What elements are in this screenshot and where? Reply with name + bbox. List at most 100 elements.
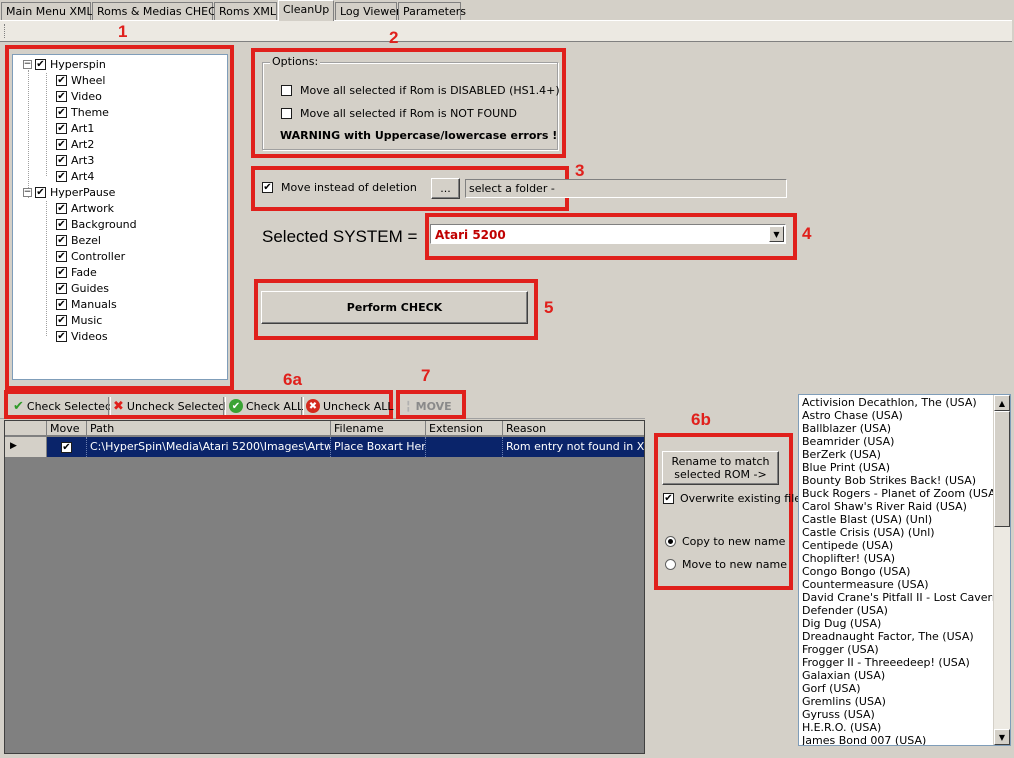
collapse-icon[interactable]: − — [23, 60, 32, 69]
checkbox-move-if-not-found[interactable] — [281, 108, 292, 119]
column-header-reason[interactable]: Reason — [503, 421, 644, 436]
checkbox-manuals[interactable]: ✔ — [56, 299, 67, 310]
tree-node-bezel[interactable]: ✔ Bezel — [56, 233, 101, 248]
uncheck-selected-button[interactable]: ✖ Uncheck Selected — [113, 398, 225, 414]
list-item[interactable]: Beamrider (USA) — [802, 435, 894, 448]
list-item[interactable]: James Bond 007 (USA) — [802, 734, 926, 745]
tree-node-wheel[interactable]: ✔ Wheel — [56, 73, 105, 88]
tree-node-fade[interactable]: ✔ Fade — [56, 265, 97, 280]
tab-log-viewer[interactable]: Log Viewer — [335, 2, 401, 20]
tab-main-menu-xml[interactable]: Main Menu XML — [1, 2, 93, 20]
row-path-cell[interactable]: C:\HyperSpin\Media\Atari 5200\Images\Art… — [87, 437, 331, 457]
check-all-button[interactable]: ✔ Check ALL — [229, 398, 303, 414]
move-button[interactable]: ╏ MOVE — [405, 398, 452, 414]
list-item[interactable]: Dreadnaught Factor, The (USA) — [802, 630, 974, 643]
list-item[interactable]: Congo Bongo (USA) — [802, 565, 910, 578]
row-extension-cell[interactable] — [426, 437, 503, 457]
tree-node-background[interactable]: ✔ Background — [56, 217, 137, 232]
browse-folder-button[interactable]: ... — [431, 178, 460, 199]
checkbox-overwrite-existing[interactable]: ✔ — [663, 493, 674, 504]
checkbox-move-if-disabled[interactable] — [281, 85, 292, 96]
scroll-up-icon[interactable]: ▲ — [994, 395, 1010, 411]
row-selector-arrow-icon[interactable]: ▶ — [5, 437, 47, 457]
list-item[interactable]: Ballblazer (USA) — [802, 422, 891, 435]
list-item[interactable]: Carol Shaw's River Raid (USA) — [802, 500, 967, 513]
collapse-icon[interactable]: − — [23, 188, 32, 197]
scroll-down-icon[interactable]: ▼ — [994, 729, 1010, 745]
tree-node-artwork[interactable]: ✔ Artwork — [56, 201, 114, 216]
tab-cleanup[interactable]: CleanUp — [278, 0, 334, 21]
perform-check-button[interactable]: Perform CHECK — [261, 291, 528, 324]
folder-path-field[interactable]: select a folder - — [465, 179, 787, 198]
list-item[interactable]: BerZerk (USA) — [802, 448, 881, 461]
checkbox-hyperpause[interactable]: ✔ — [35, 187, 46, 198]
list-item[interactable]: Gremlins (USA) — [802, 695, 886, 708]
checkbox-wheel[interactable]: ✔ — [56, 75, 67, 86]
column-header-move[interactable]: Move — [47, 421, 87, 436]
list-item[interactable]: Gorf (USA) — [802, 682, 861, 695]
list-item[interactable]: Castle Blast (USA) (Unl) — [802, 513, 932, 526]
tree-node-theme[interactable]: ✔ Theme — [56, 105, 109, 120]
tree-node-music[interactable]: ✔ Music — [56, 313, 102, 328]
tab-parameters[interactable]: Parameters — [398, 2, 466, 20]
row-move-cell[interactable]: ✔ — [47, 437, 87, 457]
list-item[interactable]: David Crane's Pitfall II - Lost Caverns … — [802, 591, 1010, 604]
checkbox-theme[interactable]: ✔ — [56, 107, 67, 118]
radio-move-to-new-name[interactable]: Move to new name — [665, 558, 787, 571]
checkbox-guides[interactable]: ✔ — [56, 283, 67, 294]
list-item[interactable]: Buck Rogers - Planet of Zoom (USA) — [802, 487, 1000, 500]
column-header-filename[interactable]: Filename — [331, 421, 426, 436]
radio-copy-to-new-name[interactable]: Copy to new name — [665, 535, 785, 548]
list-item[interactable]: Astro Chase (USA) — [802, 409, 903, 422]
list-item[interactable]: Castle Crisis (USA) (Unl) — [802, 526, 935, 539]
column-header-extension[interactable]: Extension — [426, 421, 503, 436]
tab-roms-medias-check[interactable]: Roms & Medias CHECK — [92, 2, 223, 20]
list-item[interactable]: H.E.R.O. (USA) — [802, 721, 881, 734]
checkbox-art1[interactable]: ✔ — [56, 123, 67, 134]
tree-node-art2[interactable]: ✔ Art2 — [56, 137, 94, 152]
checkbox-video[interactable]: ✔ — [56, 91, 67, 102]
checkbox-art3[interactable]: ✔ — [56, 155, 67, 166]
tree-node-hyperpause[interactable]: − ✔ HyperPause — [23, 185, 115, 200]
option-overwrite-existing[interactable]: ✔ Overwrite existing files — [663, 492, 807, 505]
scroll-thumb[interactable] — [994, 411, 1010, 527]
checkbox-move-instead[interactable]: ✔ — [262, 182, 273, 193]
checkbox-background[interactable]: ✔ — [56, 219, 67, 230]
list-item[interactable]: Countermeasure (USA) — [802, 578, 929, 591]
option-move-if-not-found[interactable]: Move all selected if Rom is NOT FOUND — [281, 107, 517, 120]
checkbox-artwork[interactable]: ✔ — [56, 203, 67, 214]
check-selected-button[interactable]: ✔ Check Selected — [13, 398, 112, 414]
tree-node-controller[interactable]: ✔ Controller — [56, 249, 125, 264]
checkbox-art4[interactable]: ✔ — [56, 171, 67, 182]
checkbox-fade[interactable]: ✔ — [56, 267, 67, 278]
tab-roms-xml[interactable]: Roms XML — [214, 2, 277, 20]
list-item[interactable]: Frogger II - Threeedeep! (USA) — [802, 656, 970, 669]
tree-node-hyperspin[interactable]: − ✔ Hyperspin — [23, 57, 106, 72]
tree-node-art1[interactable]: ✔ Art1 — [56, 121, 94, 136]
checkbox-row-move[interactable]: ✔ — [61, 441, 72, 453]
tree-node-videos[interactable]: ✔ Videos — [56, 329, 108, 344]
radio-button-copy[interactable] — [665, 536, 676, 547]
list-item[interactable]: Galaxian (USA) — [802, 669, 885, 682]
checkbox-bezel[interactable]: ✔ — [56, 235, 67, 246]
rom-list[interactable]: Activision Decathlon, The (USA) Astro Cha… — [798, 394, 1011, 746]
row-reason-cell[interactable]: Rom entry not found in XML — [503, 437, 644, 457]
list-item[interactable]: Frogger (USA) — [802, 643, 879, 656]
uncheck-all-button[interactable]: ✖ Uncheck ALL — [306, 398, 394, 414]
list-item[interactable]: Defender (USA) — [802, 604, 888, 617]
column-header-path[interactable]: Path — [87, 421, 331, 436]
rename-to-match-button[interactable]: Rename to match selected ROM -> — [662, 451, 779, 485]
checkbox-hyperspin[interactable]: ✔ — [35, 59, 46, 70]
media-tree[interactable]: − ✔ Hyperspin ✔ Wheel ✔ Video ✔ Theme ✔ Art1… — [12, 54, 228, 380]
rom-list-scrollbar[interactable]: ▲ ▼ — [993, 395, 1010, 745]
list-item[interactable]: Activision Decathlon, The (USA) — [802, 396, 977, 409]
system-select[interactable]: Atari 5200 ▼ — [430, 224, 786, 244]
tree-node-manuals[interactable]: ✔ Manuals — [56, 297, 117, 312]
list-item[interactable]: Dig Dug (USA) — [802, 617, 881, 630]
tree-node-guides[interactable]: ✔ Guides — [56, 281, 109, 296]
list-item[interactable]: Blue Print (USA) — [802, 461, 890, 474]
checkbox-music[interactable]: ✔ — [56, 315, 67, 326]
option-move-if-disabled[interactable]: Move all selected if Rom is DISABLED (HS… — [281, 84, 560, 97]
tree-node-art4[interactable]: ✔ Art4 — [56, 169, 94, 184]
results-grid[interactable]: Move Path Filename Extension Reason ▶ ✔ … — [4, 420, 645, 754]
